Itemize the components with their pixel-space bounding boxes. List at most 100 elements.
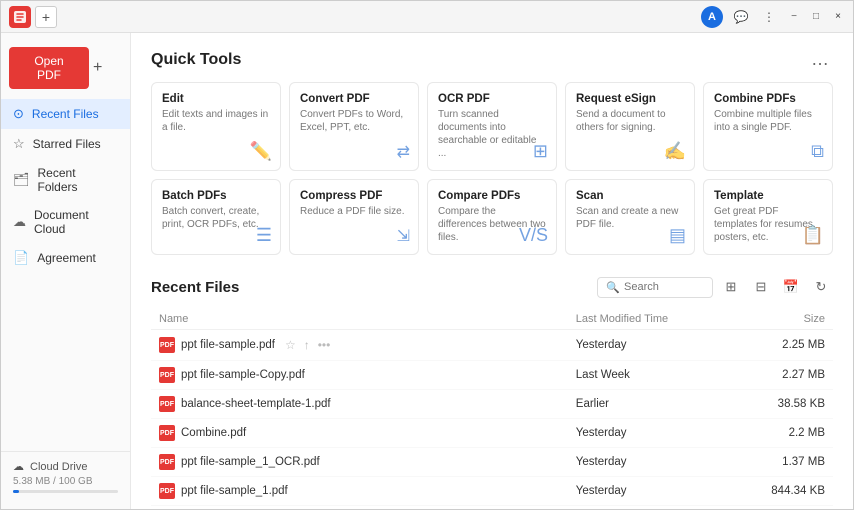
tool-title: Edit [162,93,270,105]
esign-icon: ✍️ [664,141,686,162]
table-row[interactable]: PDF Combine.pdf Yesterday 2.2 MB [151,419,833,448]
minimize-button[interactable]: − [787,10,801,24]
file-size: 1.37 MB [719,448,833,477]
tool-ocr-pdf[interactable]: OCR PDF Turn scanned documents into sear… [427,82,557,171]
recent-files-icon: ⊙ [13,106,24,122]
batch-icon: ☰ [256,225,272,246]
convert-icon: ⇄ [397,142,410,162]
cloud-drive-icon: ☁ [13,460,24,473]
app-icon [9,6,31,28]
tool-title: Request eSign [576,93,684,105]
tool-edit[interactable]: Edit Edit texts and images in a file. ✏️ [151,82,281,171]
sidebar: Open PDF + ⊙ Recent Files ☆ Starred File… [1,33,131,509]
recent-files-header: Recent Files 🔍 ⊞ ⊟ 📅 ↻ [151,275,833,299]
file-name: ppt file-sample_1.pdf [181,485,288,497]
cloud-drive-label: ☁ Cloud Drive [13,460,118,473]
sidebar-item-label: Recent Files [32,107,99,121]
file-icon: PDF [159,454,175,470]
cloud-drive-size: 5.38 MB / 100 GB [13,476,118,487]
edit-icon: ✏️ [250,141,272,162]
file-size: 2.27 MB [719,361,833,390]
file-name-cell: PDF balance-sheet-template-1.pdf [151,390,568,419]
sidebar-item-label: Document Cloud [34,208,118,236]
file-name: ppt file-sample-Copy.pdf [181,369,305,381]
tool-combine-pdfs[interactable]: Combine PDFs Combine multiple files into… [703,82,833,171]
calendar-button[interactable]: 📅 [779,275,803,299]
compare-icon: V/S [519,225,548,246]
open-pdf-button[interactable]: Open PDF [9,47,89,89]
file-name-cell: PDF Combine.pdf [151,419,568,448]
tool-title: Template [714,190,822,202]
tool-compress-pdf[interactable]: Compress PDF Reduce a PDF file size. ⇲ [289,179,419,255]
file-name-cell: PDF ppt file-sample-Copy.pdf [151,361,568,390]
file-modified: Earlier [568,390,720,419]
col-size: Size [719,309,833,330]
titlebar-right: A 💬 ⋮ − □ × [701,6,845,28]
recent-files-title: Recent Files [151,279,239,296]
tool-template[interactable]: Template Get great PDF templates for res… [703,179,833,255]
file-modified: Yesterday [568,506,720,510]
sidebar-item-agreement[interactable]: 📄 Agreement [1,243,130,273]
tool-desc: Reduce a PDF file size. [300,205,408,218]
file-name: ppt file-sample.pdf [181,339,275,351]
file-name-cell: PDF ppt file-sample_OCR.pdf [151,506,568,510]
sidebar-item-label: Agreement [37,251,96,265]
tool-batch-pdfs[interactable]: Batch PDFs Batch convert, create, print,… [151,179,281,255]
file-size: 2.2 MB [719,419,833,448]
quick-tools-more-button[interactable]: … [807,49,833,70]
search-input[interactable] [624,281,704,293]
sidebar-item-starred-files[interactable]: ☆ Starred Files [1,129,130,159]
add-tab-button[interactable]: + [35,6,57,28]
recent-folders-icon: 🗂 [13,172,30,188]
tool-title: Convert PDF [300,93,408,105]
more-icon[interactable]: ⋮ [759,7,779,27]
table-row[interactable]: PDF balance-sheet-template-1.pdf Earlier… [151,390,833,419]
refresh-button[interactable]: ↻ [809,275,833,299]
tool-desc: Edit texts and images in a file. [162,108,270,134]
table-row[interactable]: PDF ppt file-sample.pdf ☆ ↑ ••• Yesterda… [151,330,833,361]
file-name: ppt file-sample_1_OCR.pdf [181,456,320,468]
grid-view-button[interactable]: ⊞ [719,275,743,299]
sidebar-item-recent-folders[interactable]: 🗂 Recent Folders [1,159,130,201]
starred-files-icon: ☆ [13,136,25,152]
compress-icon: ⇲ [397,226,410,246]
table-row[interactable]: PDF ppt file-sample-Copy.pdf Last Week 2… [151,361,833,390]
tool-title: Scan [576,190,684,202]
more-icon[interactable]: ••• [316,336,333,354]
upload-icon[interactable]: ↑ [302,336,312,354]
file-modified: Last Week [568,361,720,390]
file-icon: PDF [159,425,175,441]
table-row[interactable]: PDF ppt file-sample_1.pdf Yesterday 844.… [151,477,833,506]
sidebar-plus-button[interactable]: + [93,59,102,77]
chat-icon[interactable]: 💬 [731,7,751,27]
list-view-button[interactable]: ⊟ [749,275,773,299]
sidebar-item-recent-files[interactable]: ⊙ Recent Files [1,99,130,129]
table-row[interactable]: PDF ppt file-sample_OCR.pdf Yesterday 3.… [151,506,833,510]
tool-convert-pdf[interactable]: Convert PDF Convert PDFs to Word, Excel,… [289,82,419,171]
file-icon: PDF [159,367,175,383]
tool-desc: Turn scanned documents into searchable o… [438,108,546,160]
star-icon[interactable]: ☆ [283,336,298,354]
tool-title: Batch PDFs [162,190,270,202]
sidebar-item-document-cloud[interactable]: ☁ Document Cloud [1,201,130,243]
titlebar-left: + [9,6,57,28]
quick-tools-title: Quick Tools [151,51,241,69]
document-cloud-icon: ☁ [13,214,26,230]
tool-desc: Convert PDFs to Word, Excel, PPT, etc. [300,108,408,134]
close-button[interactable]: × [831,10,845,24]
user-avatar-icon[interactable]: A [701,6,723,28]
tool-desc: Batch convert, create, print, OCR PDFs, … [162,205,270,231]
tool-title: OCR PDF [438,93,546,105]
maximize-button[interactable]: □ [809,10,823,24]
cloud-drive-progress [13,490,118,493]
file-actions: ☆ ↑ ••• [283,336,332,354]
tools-grid: Edit Edit texts and images in a file. ✏️… [151,82,833,255]
tool-request-esign[interactable]: Request eSign Send a document to others … [565,82,695,171]
tool-compare-pdfs[interactable]: Compare PDFs Compare the differences bet… [427,179,557,255]
file-table: Name Last Modified Time Size PDF ppt fil… [151,309,833,509]
tool-scan[interactable]: Scan Scan and create a new PDF file. ▤ [565,179,695,255]
main-content: Open PDF + ⊙ Recent Files ☆ Starred File… [1,33,853,509]
table-row[interactable]: PDF ppt file-sample_1_OCR.pdf Yesterday … [151,448,833,477]
file-size: 844.34 KB [719,477,833,506]
sidebar-top: Open PDF + [1,41,130,99]
